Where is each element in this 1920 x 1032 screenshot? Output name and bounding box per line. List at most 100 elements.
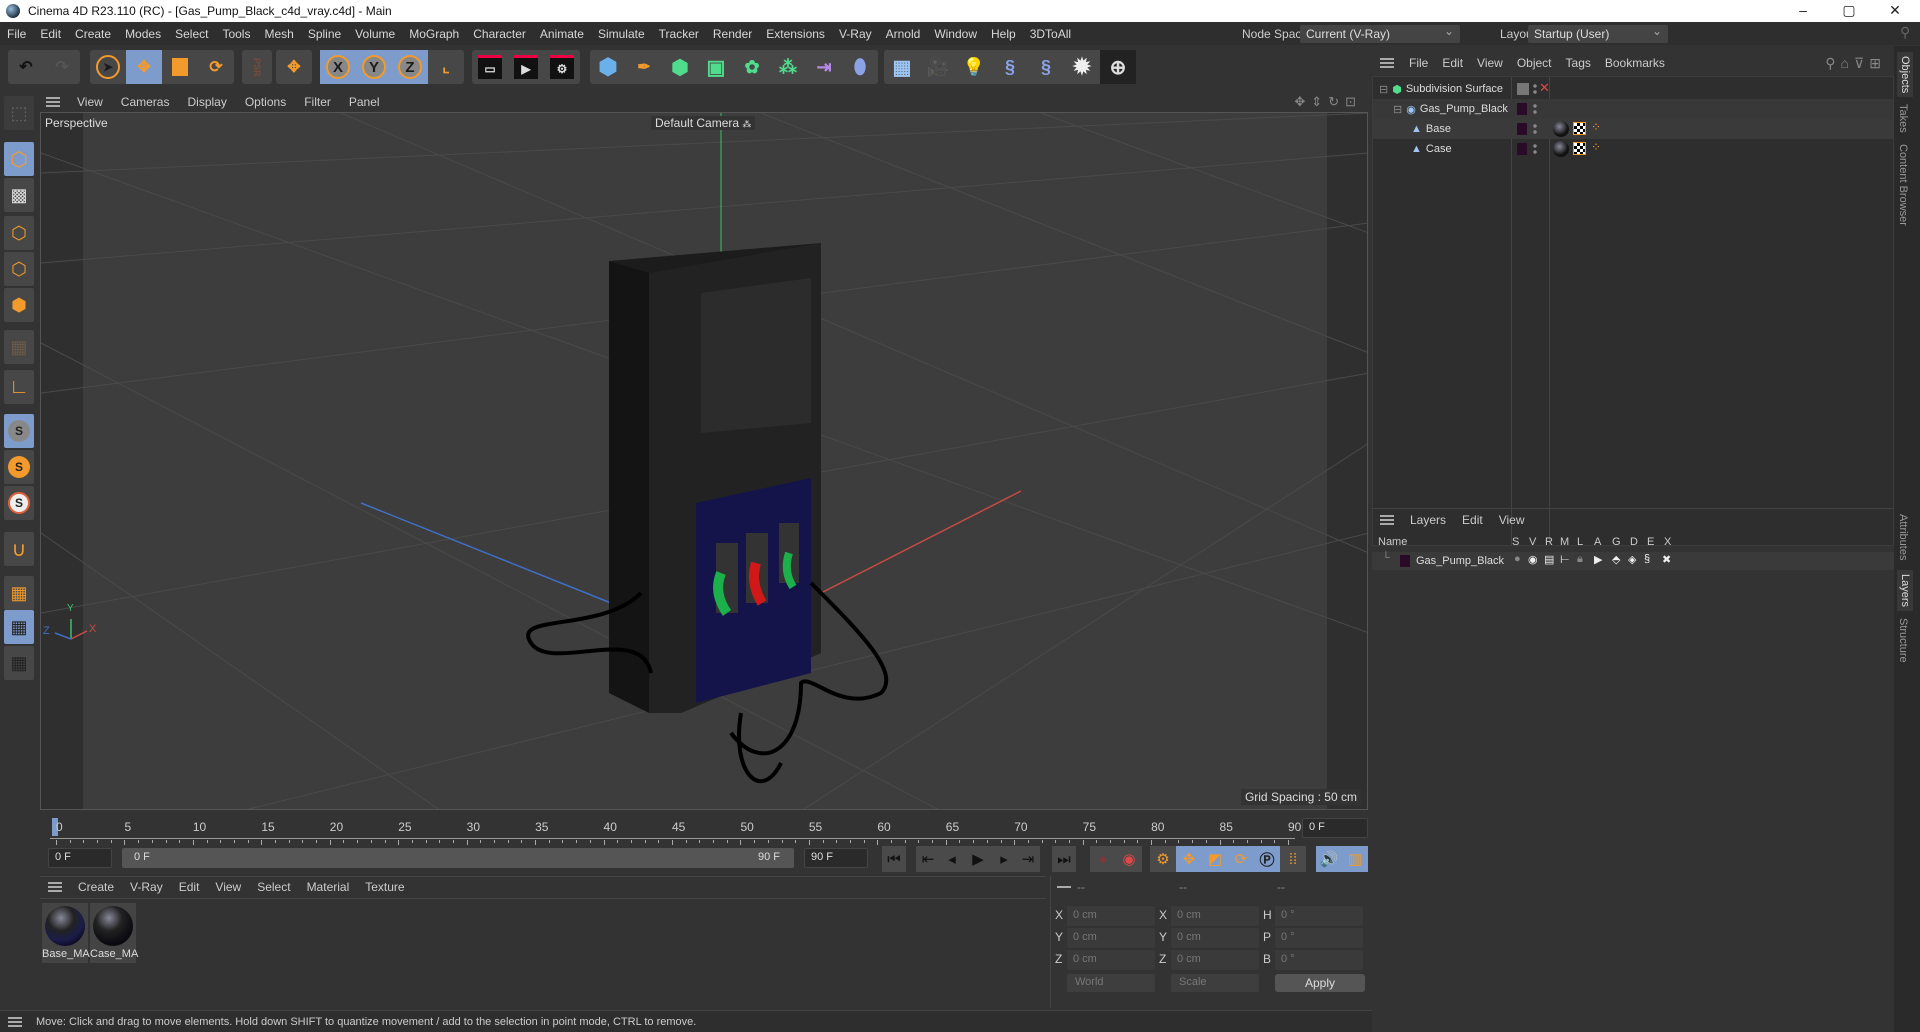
start-frame-field[interactable]: 0 F (48, 848, 112, 868)
workplane-button[interactable]: ▦ (4, 576, 34, 610)
previous-key-button[interactable]: ⇤ (916, 846, 940, 872)
tab-content-browser[interactable]: Content Browser (1897, 144, 1909, 226)
collapse-icon[interactable]: ⊟ (1379, 83, 1388, 96)
menu-extensions[interactable]: Extensions (759, 27, 832, 41)
key-rotation-button[interactable]: ⟳ (1228, 846, 1254, 872)
render-picture-viewer-button[interactable]: ▶ (508, 50, 544, 84)
maximize-button[interactable]: ▢ (1826, 0, 1872, 22)
layer-color-swatch[interactable] (1517, 143, 1527, 155)
animation-play-icon[interactable]: ▶ (1594, 553, 1602, 566)
col-render[interactable]: R (1545, 536, 1553, 548)
col-solo[interactable]: S (1512, 536, 1519, 548)
layer-color-swatch[interactable] (1400, 555, 1410, 567)
col-deformers[interactable]: D (1630, 536, 1638, 548)
material-menu-vray[interactable]: V-Ray (122, 880, 171, 894)
layer-color-swatch[interactable] (1517, 103, 1527, 115)
snap-workplane-button[interactable]: S (4, 486, 34, 520)
transform-tool-button[interactable]: ✥ (276, 50, 312, 84)
3d-viewport[interactable]: Y Z X Perspective Default Camera ⁂ Grid … (40, 112, 1368, 810)
material-swatch[interactable]: Case_MA (90, 903, 138, 963)
hierarchy-icon[interactable]: ⊢ (1560, 553, 1570, 566)
cloner-button[interactable]: ✿ (734, 50, 770, 84)
material-menu-texture[interactable]: Texture (357, 880, 412, 894)
play-button[interactable]: ▶ (964, 846, 992, 872)
viewport-menu-display[interactable]: Display (178, 95, 235, 109)
edges-mode-button[interactable]: ⬡ (4, 252, 34, 286)
key-pla-button[interactable]: ⁞⁞ (1280, 846, 1306, 872)
solo-dot-icon[interactable]: ● (1514, 553, 1521, 565)
select-tool-button[interactable]: ➤ (90, 50, 126, 84)
tab-attributes[interactable]: Attributes (1897, 514, 1909, 560)
polygons-mode-button[interactable]: ⬢ (4, 288, 34, 322)
menu-spline[interactable]: Spline (301, 27, 348, 41)
menu-mograph[interactable]: MoGraph (402, 27, 466, 41)
object-row[interactable]: ▲ Base ⁘ (1373, 119, 1893, 139)
coordinate-mode-dropdown[interactable]: World (1067, 974, 1155, 992)
menu-help[interactable]: Help (984, 27, 1023, 41)
col-generators[interactable]: G (1612, 536, 1621, 548)
menu-character[interactable]: Character (466, 27, 533, 41)
orbit-view-icon[interactable]: ↻ (1328, 94, 1345, 109)
menu-arnold[interactable]: Arnold (879, 27, 928, 41)
visibility-dots-icon[interactable] (1533, 123, 1537, 135)
size-z-field[interactable]: 0 cm (1171, 950, 1259, 970)
render-clapper-icon[interactable]: ▤ (1544, 553, 1554, 566)
pan-view-icon[interactable]: ✥ (1294, 94, 1311, 109)
objects-menu-tags[interactable]: Tags (1559, 56, 1598, 70)
object-row[interactable]: ⊟ ◉ Gas_Pump_Black (1373, 99, 1893, 119)
filter-icon[interactable]: ⊽ (1854, 55, 1869, 71)
menu-render[interactable]: Render (706, 27, 759, 41)
vray-globe-button[interactable]: ⊕ (1100, 50, 1136, 84)
object-row[interactable]: ⊟ ⬢ Subdivision Surface ✕ (1373, 79, 1893, 99)
status-hamburger-icon[interactable] (8, 1016, 22, 1027)
layer-color-swatch[interactable] (1517, 123, 1527, 135)
tab-takes[interactable]: Takes (1897, 104, 1909, 133)
layers-hamburger-icon[interactable] (1380, 514, 1394, 525)
render-view-button[interactable]: ▭ (472, 50, 508, 84)
uvw-tag-icon[interactable] (1573, 122, 1586, 135)
move-tool-button[interactable]: ✥ (126, 50, 162, 84)
position-z-field[interactable]: 0 cm (1067, 950, 1155, 970)
python-button-2[interactable]: § (1028, 50, 1064, 84)
end-frame-field[interactable]: 90 F (804, 848, 868, 868)
col-view[interactable]: V (1529, 536, 1536, 548)
subdivision-button[interactable]: ⬢ (662, 50, 698, 84)
objects-menu-view[interactable]: View (1470, 56, 1510, 70)
col-manager[interactable]: M (1560, 536, 1569, 548)
col-locked[interactable]: L (1577, 536, 1583, 548)
snap-settings-button[interactable]: S (4, 450, 34, 484)
material-menu-edit[interactable]: Edit (171, 880, 208, 894)
col-expressions[interactable]: E (1647, 536, 1654, 548)
record-keys-button[interactable]: ● (1090, 846, 1116, 872)
menu-window[interactable]: Window (927, 27, 984, 41)
visibility-dots-icon[interactable] (1533, 83, 1537, 95)
disabled-x-icon[interactable]: ✕ (1539, 80, 1550, 96)
viewport-menu-panel[interactable]: Panel (340, 95, 389, 109)
editor-toggle-icon[interactable] (1517, 83, 1529, 95)
uvw-tag-icon[interactable] (1573, 142, 1586, 155)
snap-button[interactable]: S (4, 414, 34, 448)
keyframe-selection-button[interactable]: ⚙ (1150, 846, 1176, 872)
timeline-ruler[interactable]: 0 5 10 15 20 25 30 35 40 45 50 55 60 65 70 75 80 85 90 0 F (40, 812, 1370, 846)
size-mode-dropdown[interactable]: Scale (1171, 974, 1259, 992)
key-scale-button[interactable]: ◩ (1202, 846, 1228, 872)
layers-menu-view[interactable]: View (1491, 513, 1533, 527)
maximize-view-icon[interactable]: ⊡ (1345, 94, 1362, 109)
rotate-tool-button[interactable]: ⟳ (198, 50, 234, 84)
minimize-button[interactable]: – (1780, 0, 1826, 22)
dolly-view-icon[interactable]: ⇕ (1311, 94, 1328, 109)
layer-row[interactable]: └ Gas_Pump_Black ● ◉ ▤ ⊢ 🔒︎ ▶ ⬘ ◈ § ✖ (1372, 552, 1894, 570)
rotation-p-field[interactable]: 0 ° (1275, 928, 1363, 948)
menu-3dtoall[interactable]: 3DToAll (1023, 27, 1078, 41)
vray-tag-icon[interactable]: ⁘ (1591, 140, 1601, 154)
model-mode-button[interactable]: ⬡ (4, 142, 34, 176)
visibility-dots-icon[interactable] (1533, 143, 1537, 155)
film-button[interactable]: ▥ (1342, 846, 1368, 872)
menu-animate[interactable]: Animate (533, 27, 591, 41)
texture-mode-button[interactable]: ▩ (4, 178, 34, 212)
col-animation[interactable]: A (1594, 536, 1601, 548)
material-hamburger-icon[interactable] (48, 881, 62, 892)
key-position-button[interactable]: ✥ (1176, 846, 1202, 872)
next-key-button[interactable]: ⇥ (1016, 846, 1040, 872)
material-tag-icon[interactable] (1553, 121, 1569, 137)
